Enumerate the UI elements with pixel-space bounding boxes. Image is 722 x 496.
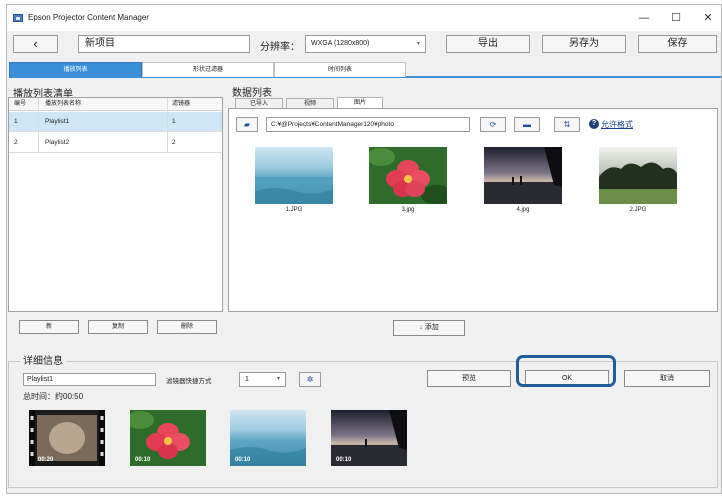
playlist-table-header: 编号 播放列表名称 滤镜器	[9, 98, 222, 111]
tab-shape-filter[interactable]: 形状过滤器	[142, 62, 274, 77]
image-name: 3.jpg	[401, 207, 415, 213]
refresh-button[interactable]: ⟳	[480, 117, 506, 132]
image-thumbnail-trees[interactable]	[599, 147, 677, 204]
image-name: 2.JPG	[629, 207, 647, 213]
open-folder-button[interactable]: ▰	[236, 117, 258, 132]
table-row[interactable]: 2 Playlist2 2	[9, 133, 222, 153]
add-label: 添加	[424, 324, 439, 331]
row-number: 1	[14, 118, 18, 125]
duration-label: 00:20	[38, 457, 54, 463]
folder-icon: ▬	[523, 120, 531, 129]
app-logo-icon	[13, 14, 23, 22]
column-divider	[38, 98, 39, 153]
timeline-item-sea[interactable]: 00:10	[230, 410, 306, 466]
help-icon[interactable]: ?	[589, 119, 599, 129]
column-divider	[167, 98, 168, 153]
data-list-title: 数据列表	[232, 88, 272, 99]
new-playlist-button[interactable]: 新	[19, 320, 79, 334]
chevron-left-icon: ‹	[33, 36, 38, 51]
duration-label: 00:10	[336, 457, 352, 463]
resolution-select[interactable]: WXGA (1280x800) ▾	[305, 35, 426, 53]
row-number: 2	[14, 139, 18, 146]
copy-playlist-button[interactable]: 复制	[88, 320, 148, 334]
table-row[interactable]: 1 Playlist1 1	[9, 112, 222, 132]
chevron-down-icon: ▾	[276, 376, 280, 382]
column-filter: 滤镜器	[172, 101, 191, 107]
filter-mode-select[interactable]: 1 ▾	[239, 372, 286, 387]
column-number: 编号	[14, 101, 27, 107]
row-name: Playlist2	[45, 139, 70, 146]
tab-playlist[interactable]: 播放列表	[9, 62, 142, 77]
total-time: 总时间：约00:50	[23, 392, 84, 401]
image-thumbnail-flower[interactable]	[369, 147, 447, 204]
timeline-item-flower[interactable]: 00:10	[126, 410, 206, 466]
project-name-field[interactable]: 新项目	[78, 35, 250, 53]
filter-mode-label: 滤镜器快捷方式	[166, 378, 212, 385]
arrow-down-icon: ↓	[419, 324, 423, 331]
image-thumbnail-sunset[interactable]	[484, 147, 562, 204]
row-name: Playlist1	[45, 118, 70, 125]
delete-playlist-button[interactable]: 删除	[157, 320, 217, 334]
row-filter: 1	[172, 118, 176, 125]
settings-button[interactable]: ✲	[299, 372, 321, 387]
sort-button[interactable]: ⇅	[554, 117, 580, 132]
duration-label: 00:10	[235, 457, 251, 463]
window-title: Epson Projector Content Manager	[28, 13, 149, 22]
minimize-button[interactable]: —	[631, 9, 657, 27]
image-name: 1.JPG	[285, 207, 303, 213]
maximize-button[interactable]: ☐	[663, 9, 689, 27]
cancel-button[interactable]: 取消	[624, 370, 710, 387]
timeline-item-video[interactable]: 00:20	[29, 410, 105, 466]
resolution-value: WXGA (1280x800)	[311, 40, 370, 47]
folder-view-button[interactable]: ▬	[514, 117, 540, 132]
preview-button[interactable]: 预览	[427, 370, 511, 387]
save-button[interactable]: 保存	[638, 35, 717, 53]
resolution-label: 分辨率：	[260, 42, 300, 53]
gear-icon: ✲	[306, 375, 314, 384]
tab-timetable[interactable]: 时间列表	[274, 62, 406, 77]
duration-label: 00:10	[135, 457, 151, 463]
add-button[interactable]: ↓ 添加	[393, 320, 465, 336]
chevron-down-icon: ▾	[416, 41, 420, 47]
folder-path-field[interactable]: C:¥@Projects¥ContentManager120¥photo	[266, 117, 470, 132]
close-button[interactable]: ✕	[695, 9, 721, 27]
playlist-name-field[interactable]: Playlist1	[23, 373, 156, 386]
back-button[interactable]: ‹	[13, 35, 58, 53]
image-name: 4.jpg	[516, 207, 530, 213]
sort-icon: ⇅	[563, 120, 571, 129]
playlist-table: 编号 播放列表名称 滤镜器 1 Playlist1 1 2 Playlist2 …	[8, 97, 223, 312]
export-button[interactable]: 导出	[446, 35, 530, 53]
ok-button-highlight	[516, 355, 616, 387]
details-title: 详细信息	[20, 352, 66, 367]
timeline-item-sunset[interactable]: 00:10	[331, 410, 407, 466]
save-as-button[interactable]: 另存为	[542, 35, 626, 53]
image-thumbnail-sea[interactable]	[255, 147, 333, 204]
refresh-icon: ⟳	[489, 120, 497, 129]
row-filter: 2	[172, 139, 176, 146]
allowed-formats-link[interactable]: 允许格式	[601, 119, 633, 130]
folder-icon: ▰	[243, 120, 251, 129]
filter-mode-value: 1	[245, 376, 249, 383]
column-name: 播放列表名称	[45, 101, 82, 107]
title-bar: Epson Projector Content Manager — ☐ ✕	[7, 5, 721, 31]
